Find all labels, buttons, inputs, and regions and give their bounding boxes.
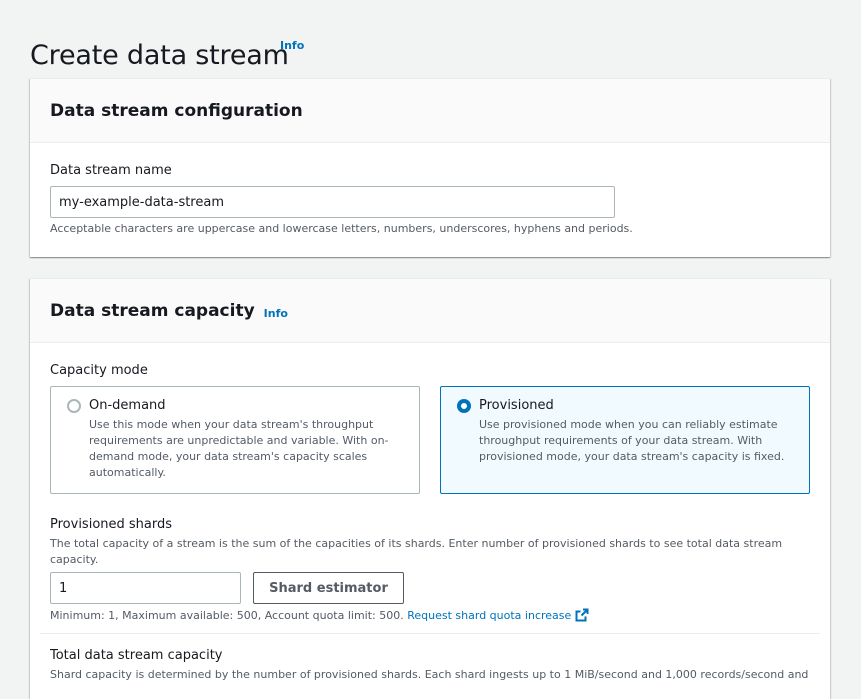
shard-limits-values: Minimum: 1, Maximum available: 500, Acco… bbox=[50, 609, 404, 622]
capacity-header: Data stream capacity Info bbox=[30, 279, 830, 343]
stream-name-hint: Acceptable characters are uppercase and … bbox=[50, 222, 633, 235]
on-demand-radio[interactable] bbox=[67, 399, 81, 413]
page-title: Create data stream bbox=[30, 40, 289, 72]
request-quota-increase-label: Request shard quota increase bbox=[407, 609, 572, 622]
on-demand-description: Use this mode when your data stream's th… bbox=[89, 418, 389, 479]
stream-name-label: Data stream name bbox=[50, 163, 172, 178]
capacity-info-link[interactable]: Info bbox=[264, 307, 288, 320]
data-stream-configuration-panel: Data stream configuration Data stream na… bbox=[30, 78, 830, 257]
capacity-mode-label: Capacity mode bbox=[50, 363, 148, 378]
provisioned-shards-label: Provisioned shards bbox=[50, 517, 173, 532]
configuration-title: Data stream configuration bbox=[50, 100, 303, 121]
provisioned-description: Use provisioned mode when you can reliab… bbox=[479, 418, 785, 463]
request-quota-increase-link[interactable]: Request shard quota increase bbox=[407, 608, 589, 622]
provisioned-radio[interactable] bbox=[457, 399, 471, 413]
stream-name-input[interactable] bbox=[50, 186, 615, 218]
provisioned-shards-description: The total capacity of a stream is the su… bbox=[50, 537, 783, 566]
provisioned-shards-input[interactable] bbox=[50, 572, 241, 604]
provisioned-option-tile[interactable]: Provisioned Use provisioned mode when yo… bbox=[440, 386, 810, 494]
capacity-title: Data stream capacity bbox=[50, 300, 255, 321]
section-divider bbox=[40, 633, 820, 634]
shard-limits-text: Minimum: 1, Maximum available: 500, Acco… bbox=[50, 608, 589, 627]
data-stream-capacity-panel: Data stream capacity Info Capacity mode … bbox=[30, 278, 830, 699]
shard-estimator-button[interactable]: Shard estimator bbox=[253, 572, 404, 604]
on-demand-option-tile[interactable]: On-demand Use this mode when your data s… bbox=[50, 386, 420, 494]
provisioned-label: Provisioned bbox=[479, 398, 554, 413]
configuration-header: Data stream configuration bbox=[30, 79, 830, 143]
on-demand-label: On-demand bbox=[89, 398, 166, 413]
total-capacity-label: Total data stream capacity bbox=[50, 648, 223, 663]
external-link-icon bbox=[575, 608, 589, 627]
page-info-link[interactable]: Info bbox=[280, 39, 304, 52]
total-capacity-description: Shard capacity is determined by the numb… bbox=[50, 668, 809, 681]
